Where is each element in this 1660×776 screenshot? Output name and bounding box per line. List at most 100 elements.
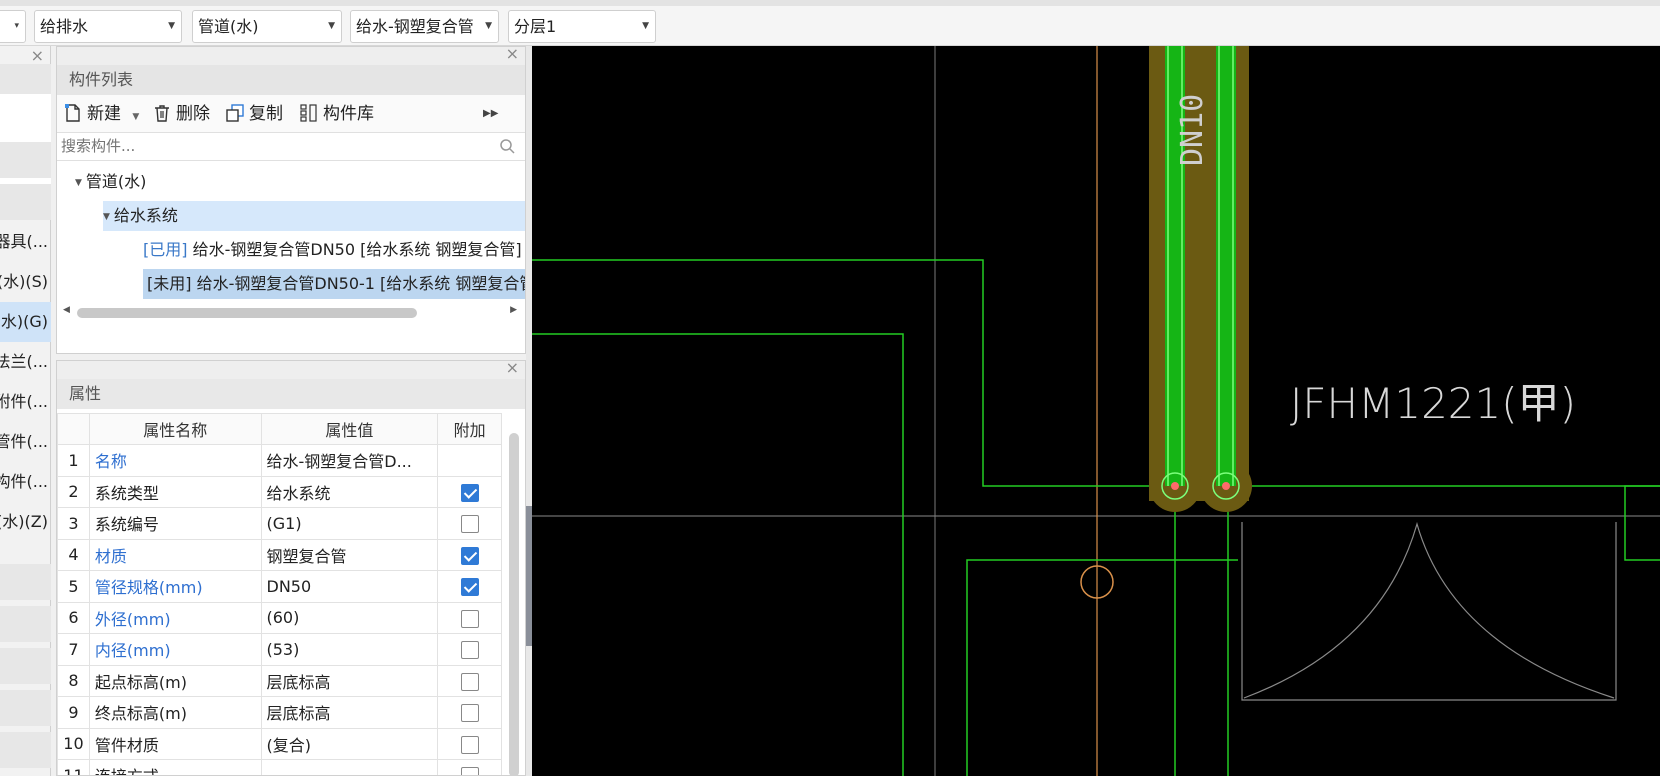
property-value[interactable]: (53) xyxy=(260,633,439,666)
tree-root-label: 管道(水) xyxy=(85,172,147,191)
nav-item[interactable]: 零星构件(... xyxy=(0,462,51,502)
property-name: 起点标高(m) xyxy=(88,664,262,697)
horizontal-scrollbar[interactable]: ◀ ▶ xyxy=(57,303,525,321)
property-name: 名称 xyxy=(88,444,262,477)
extra-checkbox[interactable] xyxy=(460,735,479,754)
property-value[interactable]: (G1) xyxy=(260,507,439,540)
property-value[interactable]: DN50 xyxy=(260,570,439,603)
property-extra xyxy=(437,601,502,634)
extra-checkbox[interactable] xyxy=(460,515,479,533)
property-extra xyxy=(437,570,502,603)
table-row[interactable]: 9 终点标高(m) 层底标高 xyxy=(57,696,502,729)
nav-item[interactable]: 阀门法兰(... xyxy=(0,342,51,382)
nav-item-label: 零星构件(... xyxy=(0,472,48,491)
scroll-right-icon[interactable]: ▶ xyxy=(510,305,517,315)
row-index: 5 xyxy=(57,570,90,603)
table-row[interactable]: 5 管径规格(mm) DN50 xyxy=(57,570,502,603)
table-row[interactable]: 4 材质 钢塑复合管 xyxy=(57,538,502,571)
scrollbar-thumb[interactable] xyxy=(509,433,519,775)
tree-group-label: 给水系统 xyxy=(113,206,178,225)
nav-item[interactable]: 管道(水)(G) xyxy=(0,302,51,342)
search-input[interactable] xyxy=(57,133,487,159)
component-tree: ▼ 管道(水) ▼ 给水系统 [已用] 给水-钢塑复合管DN50 [给水系统 钢塑复… xyxy=(57,161,525,321)
property-value[interactable]: 层底标高 xyxy=(260,664,439,697)
close-icon[interactable]: × xyxy=(506,44,519,63)
table-row[interactable]: 6 外径(mm) (60) xyxy=(57,601,502,634)
property-name: 内径(mm) xyxy=(88,633,262,666)
trash-icon xyxy=(155,105,169,122)
nav-item-label: 管道(水)(S) xyxy=(0,272,48,291)
tree-item[interactable]: [已用] 给水-钢塑复合管DN50 [给水系统 钢塑复合管] xyxy=(143,235,525,265)
property-extra xyxy=(437,538,502,571)
table-row[interactable]: 8 起点标高(m) 层底标高 xyxy=(57,664,502,697)
nav-item[interactable]: 卫生器具(... xyxy=(0,222,51,262)
copy-button[interactable]: 复制 xyxy=(225,101,283,127)
table-header: 属性名称 属性值 附加 xyxy=(57,413,502,445)
new-button[interactable]: 新建 ▼ xyxy=(63,101,139,127)
property-value[interactable]: (复合) xyxy=(260,727,439,760)
extra-checkbox[interactable] xyxy=(460,641,479,659)
property-value[interactable]: 给水系统 xyxy=(260,475,439,508)
extra-checkbox[interactable] xyxy=(460,767,479,775)
property-value[interactable]: 给水-钢塑复合管D... xyxy=(260,444,439,477)
property-value[interactable] xyxy=(260,759,439,775)
nav-item[interactable]: 管道(水)(Z) xyxy=(0,502,51,542)
new-file-icon xyxy=(65,104,80,122)
component-combo[interactable]: 给水-钢塑复合管 ▼ xyxy=(350,10,499,43)
vertical-scrollbar[interactable] xyxy=(509,433,519,775)
table-row[interactable]: 7 内径(mm) (53) xyxy=(57,633,502,666)
close-icon[interactable]: × xyxy=(31,46,44,65)
panel-header: × xyxy=(57,44,525,65)
panel-title: 属性 xyxy=(57,379,525,409)
tree-item-selected[interactable]: [未用] 给水-钢塑复合管DN50-1 [给水系统 钢塑复合管] xyxy=(143,269,525,299)
extra-checkbox[interactable] xyxy=(460,609,479,628)
chevron-down-icon[interactable]: ▼ xyxy=(132,112,139,122)
property-value[interactable]: 层底标高 xyxy=(260,696,439,729)
nav-item[interactable]: 通头管件(... xyxy=(0,422,51,462)
expand-icon[interactable]: ▼ xyxy=(75,178,82,188)
nav-group-bar xyxy=(0,690,51,726)
expand-icon[interactable]: ▼ xyxy=(103,212,110,222)
nav-item-label: 管道(水)(Z) xyxy=(0,512,48,531)
table-row[interactable]: 10 管件材质 (复合) xyxy=(57,727,502,760)
extra-checkbox[interactable] xyxy=(460,672,479,691)
property-value[interactable]: 钢塑复合管 xyxy=(260,538,439,571)
extra-checkbox[interactable] xyxy=(460,578,479,596)
property-extra xyxy=(437,759,502,775)
library-button[interactable]: 构件库 xyxy=(299,101,374,127)
property-extra xyxy=(437,444,502,477)
more-tools-icon[interactable]: ▶▶ xyxy=(483,101,498,127)
table-row[interactable]: 11连接方式 xyxy=(57,759,502,775)
wall-line xyxy=(1624,485,1660,561)
type-combo[interactable]: 管道(水) ▼ xyxy=(192,10,342,43)
property-extra xyxy=(437,507,502,540)
row-index: 9 xyxy=(57,696,90,729)
table-row[interactable]: 1 名称 给水-钢塑复合管D... xyxy=(57,444,502,477)
first-combo[interactable]: ▾ xyxy=(0,10,26,43)
scroll-left-icon[interactable]: ◀ xyxy=(63,305,70,315)
tree-group[interactable]: ▼ 给水系统 xyxy=(103,201,525,231)
extra-checkbox[interactable] xyxy=(460,546,479,565)
close-icon[interactable]: × xyxy=(506,361,519,377)
nav-item[interactable]: 管道(水)(S) xyxy=(0,262,51,302)
extra-checkbox[interactable] xyxy=(460,483,479,502)
layer-combo[interactable]: 分层1 ▼ xyxy=(508,10,656,43)
property-name: 外径(mm) xyxy=(88,601,262,634)
extra-checkbox[interactable] xyxy=(460,704,479,722)
nav-item[interactable]: 管道附件(... xyxy=(0,382,51,422)
system-combo[interactable]: 给排水 ▼ xyxy=(34,10,182,43)
delete-button[interactable]: 删除 xyxy=(152,101,210,127)
nav-item-label: 通头管件(... xyxy=(0,432,48,451)
property-extra xyxy=(437,696,502,729)
scrollbar-thumb[interactable] xyxy=(77,308,417,318)
chevron-down-icon: ▾ xyxy=(14,21,19,31)
pipe-node xyxy=(1222,482,1230,490)
property-value[interactable]: (60) xyxy=(260,601,439,634)
library-icon xyxy=(300,104,317,122)
drawing-canvas[interactable]: DN10 JFHM1221(甲) xyxy=(532,46,1660,776)
table-row[interactable]: 3 系统编号 (G1) xyxy=(57,507,502,540)
search-icon[interactable] xyxy=(499,138,515,154)
tree-root[interactable]: ▼ 管道(水) xyxy=(75,167,146,197)
nav-item-label: 管道(水)(G) xyxy=(0,312,48,331)
table-row[interactable]: 2 系统类型 给水系统 xyxy=(57,475,502,508)
